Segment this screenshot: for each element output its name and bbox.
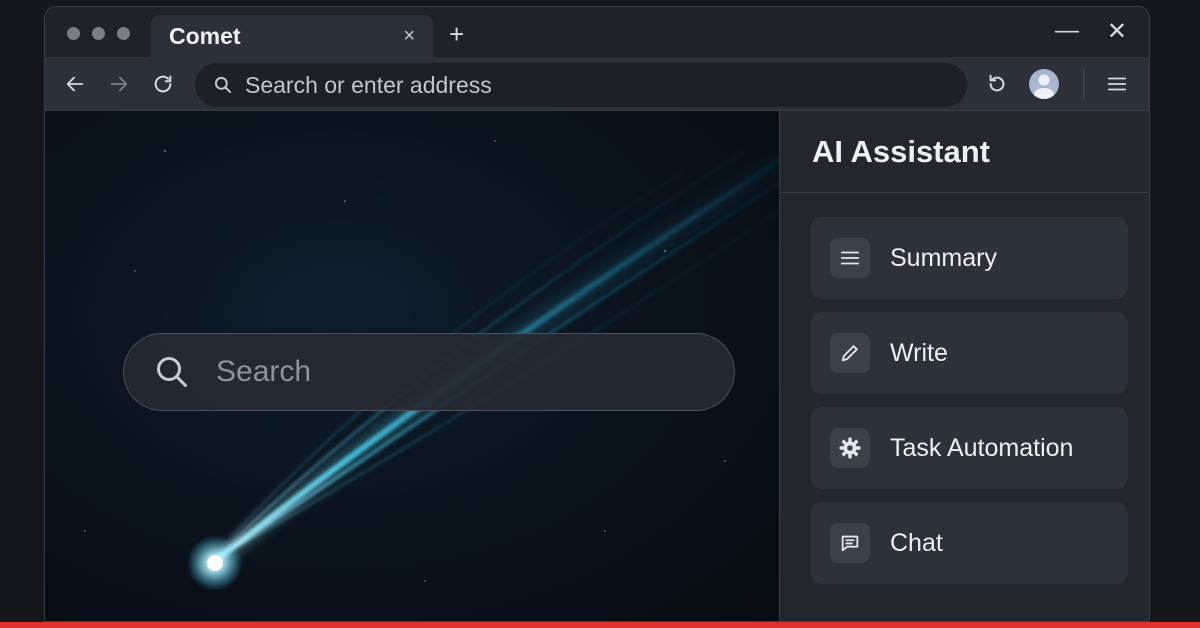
summary-label: Summary — [890, 243, 997, 272]
menu-button[interactable] — [1101, 68, 1133, 100]
minimize-icon[interactable]: — — [1055, 17, 1079, 45]
chat-label: Chat — [890, 528, 943, 557]
back-button[interactable] — [59, 68, 91, 100]
lines-icon — [830, 238, 870, 278]
search-icon — [214, 76, 232, 94]
arrow-right-icon — [110, 76, 128, 92]
close-icon[interactable]: ✕ — [1107, 17, 1127, 46]
browser-window: Comet × + — ✕ Search or enter address Se… — [44, 6, 1150, 622]
history-icon — [989, 74, 1005, 92]
search-placeholder: Search — [216, 355, 312, 388]
reload-button[interactable] — [147, 68, 179, 100]
panel-title: AI Assistant — [812, 133, 991, 169]
tab-close-icon[interactable]: × — [403, 25, 415, 48]
history-button[interactable] — [981, 68, 1013, 100]
user-icon — [1034, 74, 1054, 99]
tab-strip: Comet × + — ✕ — [45, 7, 1149, 57]
task-automation-button[interactable]: Task Automation — [810, 407, 1128, 489]
arrow-left-icon — [66, 76, 84, 92]
chat-bubble-icon — [830, 523, 870, 563]
chat-button[interactable]: Chat — [810, 502, 1128, 584]
hamburger-icon — [1107, 77, 1127, 91]
ai-assistant-panel: AI Assistant Summary Write Task Automati… — [779, 111, 1149, 621]
summary-button[interactable]: Summary — [810, 217, 1128, 299]
pencil-icon — [830, 333, 870, 373]
forward-button[interactable] — [103, 68, 135, 100]
search-icon — [157, 357, 187, 387]
window-dot-close[interactable] — [67, 27, 80, 40]
toolbar: Search or enter address — [45, 57, 1149, 111]
write-button[interactable]: Write — [810, 312, 1128, 394]
task-automation-label: Task Automation — [890, 433, 1074, 462]
gear-icon — [830, 428, 870, 468]
window-controls — [67, 27, 130, 40]
tab-comet[interactable]: Comet × — [151, 15, 433, 57]
assistant-actions: Summary Write Task Automation Chat — [810, 217, 1128, 597]
reload-icon — [154, 75, 172, 93]
toolbar-divider — [1083, 69, 1084, 99]
panel-header: AI Assistant — [780, 111, 1149, 193]
new-tab-page: Search — [45, 111, 779, 621]
window-dot-minimize[interactable] — [92, 27, 105, 40]
avatar[interactable] — [1029, 69, 1059, 99]
new-tab-button[interactable]: + — [449, 19, 464, 50]
address-placeholder: Search or enter address — [245, 71, 492, 98]
search-box[interactable]: Search — [123, 333, 735, 411]
accent-bar — [0, 622, 1200, 628]
address-bar[interactable]: Search or enter address — [195, 63, 967, 107]
write-label: Write — [890, 338, 948, 367]
tab-title: Comet — [169, 22, 241, 49]
window-dot-maximize[interactable] — [117, 27, 130, 40]
